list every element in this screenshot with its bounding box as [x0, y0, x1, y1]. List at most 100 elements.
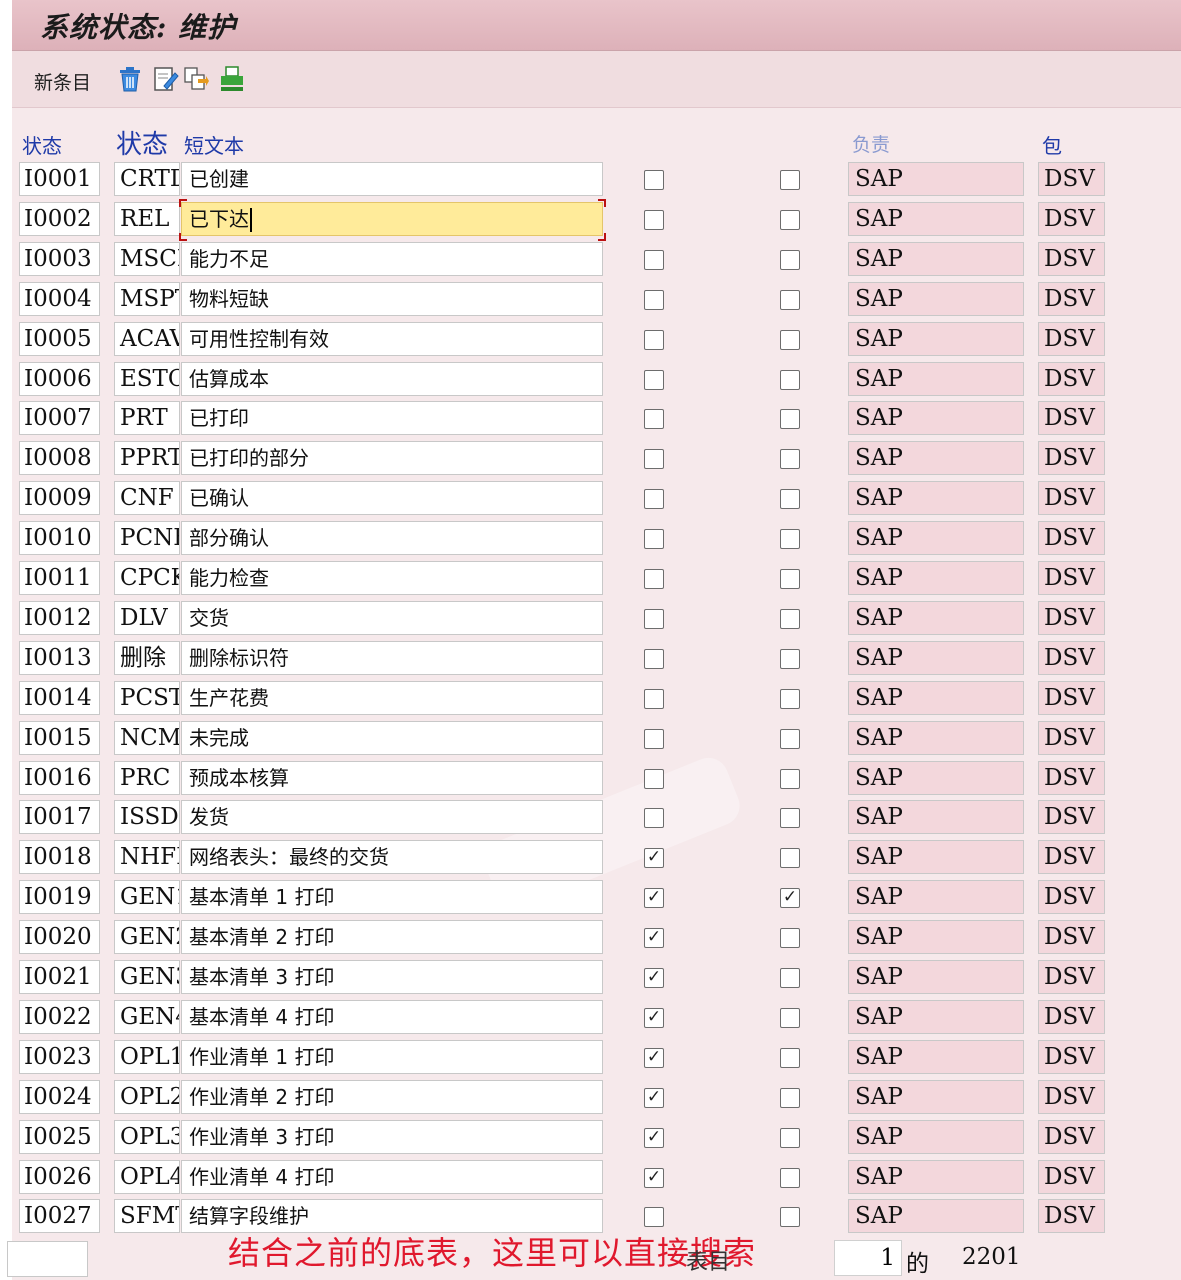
status-code-field[interactable]: ACAV: [114, 321, 180, 356]
status-id-field[interactable]: I0013: [19, 640, 100, 675]
status-code-field[interactable]: OPL4: [114, 1159, 180, 1194]
status-code-field[interactable]: OPL3: [114, 1119, 180, 1154]
status-id-field[interactable]: I0026: [19, 1159, 100, 1194]
checkbox-col2[interactable]: [780, 249, 800, 270]
short-text-field[interactable]: 交货: [181, 600, 603, 635]
checkbox-col1[interactable]: [644, 409, 664, 430]
status-id-field[interactable]: I0005: [19, 321, 100, 356]
checkbox-col1[interactable]: [644, 289, 664, 310]
checkbox-col1[interactable]: [644, 489, 664, 510]
status-code-field[interactable]: GEN1: [114, 880, 180, 915]
status-id-field[interactable]: I0014: [19, 680, 100, 715]
short-text-field[interactable]: 网络表头：最终的交货: [181, 840, 603, 875]
status-id-field[interactable]: I0004: [19, 281, 100, 316]
status-code-field[interactable]: PCNF: [114, 521, 180, 556]
status-code-field[interactable]: CRTD: [114, 162, 180, 196]
status-code-field[interactable]: GEN3: [114, 960, 180, 994]
page-current-field[interactable]: 1: [834, 1240, 902, 1276]
short-text-field[interactable]: 已下达: [181, 201, 603, 236]
short-text-field[interactable]: 可用性控制有效: [181, 321, 603, 356]
checkbox-col1[interactable]: ✓: [644, 848, 664, 869]
status-code-field[interactable]: PRT: [114, 401, 180, 436]
print-icon[interactable]: [218, 65, 246, 93]
checkbox-col2[interactable]: [780, 688, 800, 709]
short-text-field[interactable]: 基本清单 2 打印: [181, 920, 603, 955]
short-text-field[interactable]: 基本清单 4 打印: [181, 999, 603, 1034]
checkbox-col1[interactable]: ✓: [644, 1127, 664, 1148]
checkbox-col1[interactable]: [644, 808, 664, 829]
checkbox-col2[interactable]: [780, 768, 800, 789]
checkbox-col2[interactable]: [780, 489, 800, 510]
short-text-field[interactable]: 已确认: [181, 481, 603, 516]
checkbox-col2[interactable]: [780, 1047, 800, 1068]
status-code-field[interactable]: CPCK: [114, 561, 180, 595]
checkbox-col1[interactable]: ✓: [644, 928, 664, 949]
status-code-field[interactable]: OPL1: [114, 1039, 180, 1074]
checkbox-col2[interactable]: [780, 329, 800, 350]
checkbox-col1[interactable]: [644, 369, 664, 390]
checkbox-col1[interactable]: ✓: [644, 888, 664, 909]
status-id-field[interactable]: I0021: [19, 960, 100, 994]
status-code-field[interactable]: SFMT: [114, 1199, 180, 1234]
status-id-field[interactable]: I0016: [19, 760, 100, 795]
status-id-field[interactable]: I0009: [19, 481, 100, 516]
status-code-field[interactable]: CNF: [114, 481, 180, 516]
status-code-field[interactable]: PPRT: [114, 441, 180, 476]
checkbox-col1[interactable]: [644, 209, 664, 230]
status-id-field[interactable]: I0022: [19, 999, 100, 1034]
short-text-field[interactable]: 基本清单 3 打印: [181, 960, 603, 994]
short-text-field[interactable]: 已打印: [181, 401, 603, 436]
checkbox-col2[interactable]: [780, 1207, 800, 1228]
status-id-field[interactable]: I0011: [19, 561, 100, 595]
status-code-field[interactable]: NCMP: [114, 720, 180, 755]
checkbox-col2[interactable]: [780, 569, 800, 589]
status-id-field[interactable]: I0015: [19, 720, 100, 755]
status-code-field[interactable]: 删除: [114, 640, 180, 675]
status-id-field[interactable]: I0020: [19, 920, 100, 955]
checkbox-col1[interactable]: [644, 728, 664, 749]
short-text-field[interactable]: 生产花费: [181, 680, 603, 715]
copy-icon[interactable]: [182, 65, 210, 93]
checkbox-col1[interactable]: [644, 529, 664, 550]
checkbox-col1[interactable]: [644, 329, 664, 350]
checkbox-col1[interactable]: ✓: [644, 1167, 664, 1188]
checkbox-col2[interactable]: [780, 289, 800, 310]
short-text-field[interactable]: 删除标识符: [181, 640, 603, 675]
short-text-field[interactable]: 作业清单 3 打印: [181, 1119, 603, 1154]
status-code-field[interactable]: OPL2: [114, 1079, 180, 1114]
status-id-field[interactable]: I0007: [19, 401, 100, 436]
checkbox-col1[interactable]: [644, 608, 664, 629]
checkbox-col1[interactable]: ✓: [644, 1047, 664, 1068]
status-id-field[interactable]: I0025: [19, 1119, 100, 1154]
short-text-field[interactable]: 已打印的部分: [181, 441, 603, 476]
checkbox-col2[interactable]: [780, 1127, 800, 1148]
checkbox-col2[interactable]: [780, 608, 800, 629]
checkbox-col2[interactable]: [780, 928, 800, 949]
short-text-field[interactable]: 发货: [181, 800, 603, 835]
edit-icon[interactable]: [152, 65, 180, 93]
status-code-field[interactable]: DLV: [114, 600, 180, 635]
status-id-field[interactable]: I0010: [19, 521, 100, 556]
status-id-field[interactable]: I0008: [19, 441, 100, 476]
status-id-field[interactable]: I0002: [19, 201, 100, 236]
short-text-field[interactable]: 能力检查: [181, 561, 603, 595]
checkbox-col2[interactable]: [780, 209, 800, 230]
status-id-field[interactable]: I0017: [19, 800, 100, 835]
status-code-field[interactable]: NHFD: [114, 840, 180, 875]
checkbox-col1[interactable]: ✓: [644, 1087, 664, 1108]
position-input[interactable]: [7, 1241, 88, 1277]
status-id-field[interactable]: I0023: [19, 1039, 100, 1074]
checkbox-col1[interactable]: [644, 768, 664, 789]
status-code-field[interactable]: ISSD: [114, 800, 180, 835]
checkbox-col2[interactable]: [780, 808, 800, 829]
checkbox-col1[interactable]: ✓: [644, 968, 664, 988]
status-id-field[interactable]: I0006: [19, 361, 100, 396]
short-text-field[interactable]: 作业清单 4 打印: [181, 1159, 603, 1194]
checkbox-col1[interactable]: [644, 569, 664, 589]
new-entry-button[interactable]: 新条目: [34, 68, 91, 95]
status-id-field[interactable]: I0012: [19, 600, 100, 635]
checkbox-col2[interactable]: [780, 728, 800, 749]
short-text-field[interactable]: 未完成: [181, 720, 603, 755]
short-text-field[interactable]: 部分确认: [181, 521, 603, 556]
status-code-field[interactable]: MSPT: [114, 281, 180, 316]
